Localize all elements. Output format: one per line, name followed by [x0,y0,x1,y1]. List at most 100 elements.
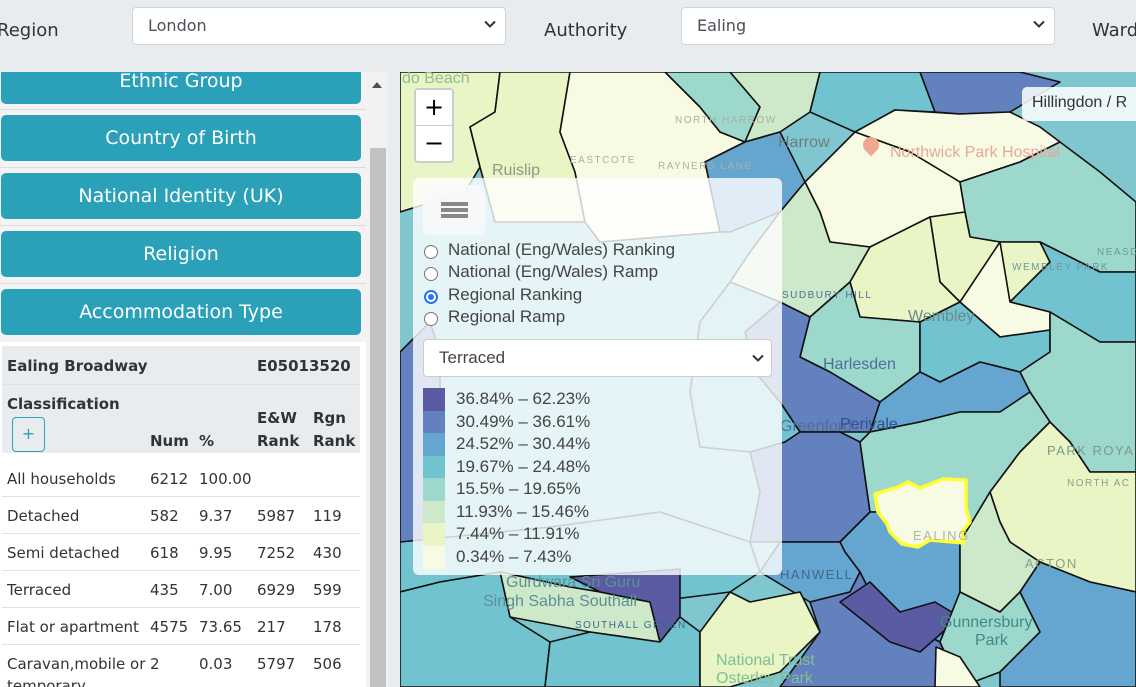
layers-toggle-button[interactable] [423,185,485,235]
row-num: 435 [150,581,179,599]
row-ew-rank: 6929 [257,581,296,599]
map-label-harrow: Harrow [778,134,830,151]
category-button-country-of-birth[interactable]: Country of Birth [1,115,361,161]
option-label-regional-ranking[interactable]: Regional Ranking [448,285,582,305]
row-ew-rank: 7252 [257,544,296,562]
legend-label: 30.49% – 36.61% [456,411,591,431]
ward-hover-tooltip: Hillingdon / R [1022,87,1136,121]
map-label-gunnersbury-line2: Park [975,632,1008,649]
gutter [388,72,400,687]
ward-code: E05013520 [257,357,351,375]
legend-label: 24.52% – 30.44% [456,434,591,453]
scrollbar-thumb[interactable] [370,148,386,687]
zoom-control: + − [414,88,454,163]
row-num: 618 [150,544,179,562]
legend-swatch [423,523,445,546]
map-label-beach: do Beach [402,72,470,87]
map-label-wembley: Wembley [908,308,975,325]
region-select[interactable]: London [132,7,506,45]
classification-header: Classification [7,395,120,413]
map-label-acton: ACTON [1025,556,1078,571]
option-label-regional-ramp[interactable]: Regional Ramp [448,307,565,327]
row-rgn-rank: 119 [313,507,342,525]
ward-label: Ward [1092,20,1136,41]
divider [0,167,366,168]
map-label-perivale: Perivale [840,416,898,433]
legend-swatch [423,410,445,434]
zoom-in-button[interactable]: + [416,90,452,126]
map-label-hanwell: HANWELL [780,567,854,582]
chevron-down-icon [484,20,496,28]
row-num: 2 [150,655,160,673]
map-label-rayners-lane: RAYNERS LANE [658,161,753,172]
map-label-osterley-line1: National Trust [716,652,815,669]
map-label-north-harrow: NORTH HARROW [675,115,777,126]
map-label-wembley-park: WEMBLEY PARK [1012,262,1110,273]
map-label-ealing: EALING [913,528,970,543]
option-label-national-ranking[interactable]: National (Eng/Wales) Ranking [448,240,675,260]
ward-name: Ealing Broadway [7,357,148,375]
column-header-ew-rank-bottom: Rank [257,432,300,450]
category-button-accommodation-type[interactable]: Accommodation Type [1,289,361,335]
row-pct: 0.03 [199,655,233,673]
column-header-rgn-rank-bottom: Rank [313,432,356,450]
radio-national-ranking[interactable] [424,245,438,259]
map-label-southall-green: SOUTHALL GREEN [575,620,687,631]
legend-label: 36.84% – 62.23% [456,389,591,408]
divider [0,109,366,110]
row-label: Flat or apartment [7,618,139,636]
legend-swatch [423,455,445,479]
row-pct: 73.65 [199,618,242,636]
legend-label: 19.67% – 24.48% [456,456,591,476]
row-rgn-rank: 506 [313,655,342,673]
map-label-gunnersbury-line1: Gunnersbury [940,614,1033,631]
category-button-religion[interactable]: Religion [1,231,361,277]
divider [2,607,360,608]
row-ew-rank: 5987 [257,507,296,525]
map-label-sudbury-hill: SUDBURY HILL [782,290,873,301]
map-label-park-royal: PARK ROYA [1047,443,1135,458]
authority-select[interactable]: Ealing [681,7,1055,45]
region-select-value: London [148,16,207,35]
row-num: 6212 [150,470,189,488]
row-ew-rank: 5797 [257,655,296,673]
measure-select[interactable]: Terraced [423,339,772,377]
legend-label: 0.34% – 7.43% [456,546,572,566]
row-label-continued: temporary [7,677,86,687]
layers-icon [441,202,468,218]
radio-regional-ranking[interactable] [424,290,438,304]
column-header-pct: % [199,432,215,450]
row-pct: 100.00 [199,470,252,488]
zoom-out-button[interactable]: − [416,126,452,162]
row-rgn-rank: 599 [313,581,342,599]
category-button-ethnic-group[interactable]: Ethnic Group [1,72,361,104]
radio-national-ramp[interactable] [424,267,438,281]
row-pct: 7.00 [199,581,233,599]
divider [2,644,360,645]
divider [2,384,360,385]
legend-label: 11.93% – 15.46% [456,501,589,521]
legend-label: 7.44% – 11.91% [456,524,580,543]
legend-swatch [423,388,445,411]
map-label-eastcote: EASTCOTE [570,155,636,166]
legend-swatch [423,433,445,456]
row-label: Semi detached [7,544,120,562]
option-label-national-ramp[interactable]: National (Eng/Wales) Ramp [448,262,658,282]
category-button-national-identity[interactable]: National Identity (UK) [1,173,361,219]
legend-swatch [423,500,445,524]
column-header-num: Num [150,432,189,450]
top-filter-bar: Region London Authority Ealing Ward [0,0,1136,72]
radio-regional-ramp[interactable] [424,312,438,326]
row-label: Detached [7,507,80,525]
divider [2,533,360,534]
add-classification-button[interactable]: + [12,417,45,452]
map-label-gurdwara-line2: Singh Sabha Southall [483,593,637,610]
divider [2,496,360,497]
divider [2,570,360,571]
legend-swatch [423,478,445,501]
row-label: All households [7,470,116,488]
scroll-up-arrow-icon[interactable] [372,82,382,88]
map-label-neasden: NEASD [1097,247,1136,258]
row-num: 582 [150,507,179,525]
ward-data-table: Ealing Broadway E05013520 Classification… [0,342,366,687]
